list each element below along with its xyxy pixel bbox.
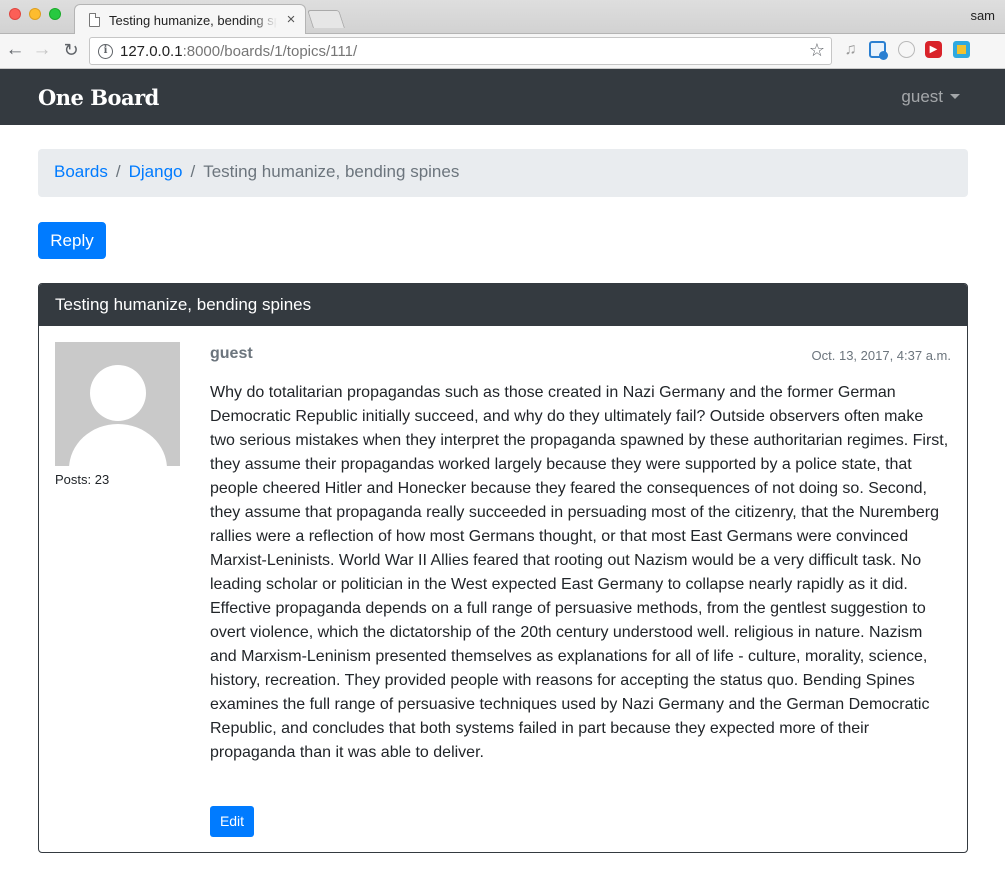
posts-count: Posts: 23 [55,472,110,487]
extension-screen-icon[interactable] [869,41,888,60]
extension-circle-icon[interactable] [898,41,915,58]
info-icon[interactable]: i [98,44,113,59]
browser-tab-strip: Testing humanize, bending spines × sam [0,0,1005,35]
caret-down-icon [950,94,960,99]
close-icon[interactable]: × [283,11,299,29]
zoom-window-button[interactable] [49,8,61,20]
reply-button[interactable]: Reply [38,222,106,259]
browser-tab[interactable]: Testing humanize, bending spines × [74,4,306,35]
brand-logo[interactable]: One Board [38,85,159,110]
url-host: 127.0.0.1 [120,43,183,60]
browser-toolbar: ← → ↻ i 127.0.0.1:8000/boards/1/topics/1… [0,34,1005,69]
breadcrumb-django-link[interactable]: Django [129,162,183,181]
edit-button[interactable]: Edit [210,806,254,837]
close-window-button[interactable] [9,8,21,20]
user-menu-toggle[interactable]: guest [901,87,960,107]
breadcrumb-separator: / [190,162,196,181]
extension-book-icon[interactable] [953,41,970,58]
back-arrow-icon[interactable]: ← [5,39,25,61]
profile-name[interactable]: sam [970,8,995,23]
address-bar[interactable]: i 127.0.0.1:8000/boards/1/topics/111/ ☆ [89,37,832,65]
breadcrumb-separator: / [115,162,121,181]
music-note-icon[interactable]: ♫ [842,41,859,58]
extension-play-icon[interactable]: ▶ [925,41,942,58]
avatar [55,342,180,466]
page-icon [89,13,100,27]
url-path: :8000/boards/1/topics/111/ [182,43,358,60]
post-card: Testing humanize, bending spines Posts: … [38,283,968,853]
minimize-window-button[interactable] [29,8,41,20]
post-date: Oct. 13, 2017, 4:37 a.m. [811,348,951,363]
breadcrumb-boards-link[interactable]: Boards [54,162,108,181]
tab-title: Testing humanize, bending spines [109,13,277,28]
user-name: guest [901,87,943,106]
forward-arrow-icon[interactable]: → [32,39,52,61]
avatar-head-shape [90,365,146,421]
url-text[interactable]: 127.0.0.1:8000/boards/1/topics/111/ [120,43,357,60]
avatar-body-shape [69,424,167,466]
bookmark-star-icon[interactable]: ☆ [809,40,825,61]
app-navbar: One Board guest [0,69,1005,125]
new-tab-button[interactable] [307,10,345,28]
reload-icon[interactable]: ↻ [61,39,81,61]
post-header-title: Testing humanize, bending spines [39,284,967,326]
breadcrumb: Boards / Django / Testing humanize, bending … [38,149,968,197]
post-message: Why do totalitarian propagandas such as … [210,384,949,761]
breadcrumb-active-topic: Testing humanize, bending spines [203,162,460,181]
post-author: guest [210,345,253,362]
